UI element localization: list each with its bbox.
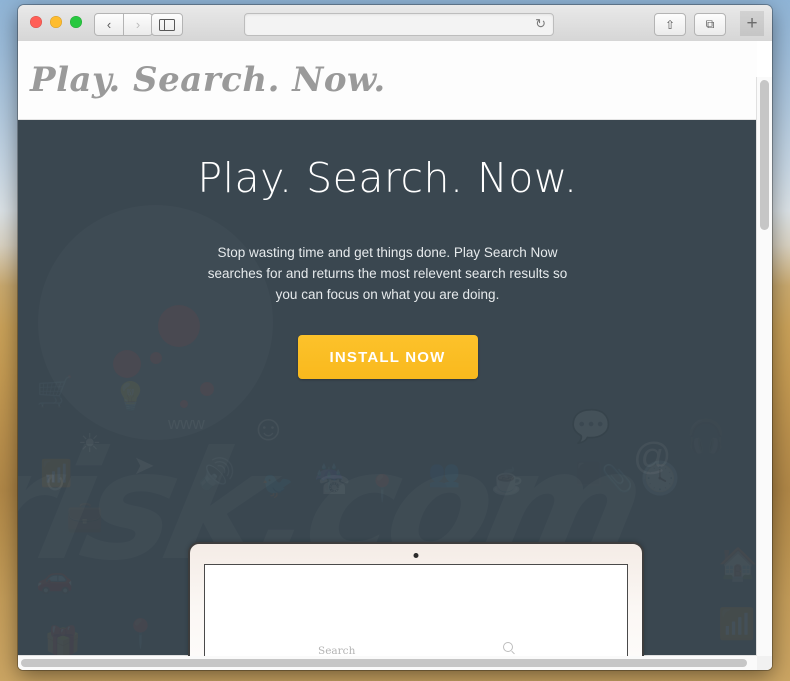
bird-icon: 🐦 xyxy=(261,470,294,500)
new-tab-button[interactable]: + xyxy=(740,11,764,36)
battery-icon: ⬛ xyxy=(575,461,603,486)
scrollbar-corner xyxy=(757,656,772,670)
webcam-icon xyxy=(413,553,419,558)
wifi2-icon: 📶 xyxy=(718,608,756,641)
speaker-icon: 🔊 xyxy=(198,458,236,491)
gift-icon: 🎁 xyxy=(44,626,82,657)
chat-icon: 💬 xyxy=(571,408,611,444)
show-tabs-button[interactable]: ⧉ xyxy=(694,13,726,36)
sidebar-toggle-button[interactable] xyxy=(151,13,183,36)
close-window-button[interactable] xyxy=(30,16,42,28)
site-header: Play. Search. Now. xyxy=(18,41,757,120)
phone-icon: ☎ xyxy=(318,470,351,500)
page-content: Play. Search. Now. risk.com 🛒💡☀📶➤www☺💬@🎧… xyxy=(18,41,757,656)
decorative-dot-4 xyxy=(180,400,188,408)
bulb-icon: 💡 xyxy=(113,381,148,412)
install-now-button[interactable]: INSTALL NOW xyxy=(297,335,478,379)
cart-icon: 🛒 xyxy=(36,376,74,409)
hero-title: Play. Search. Now. xyxy=(197,154,578,202)
briefcase-icon: 💼 xyxy=(66,500,104,533)
car-icon: 🚗 xyxy=(36,562,74,595)
pin-icon: 📍 xyxy=(366,473,399,503)
sidebar-icon xyxy=(159,18,175,31)
mockup-search-placeholder: Search xyxy=(318,645,356,656)
safari-window: ‹ › ↻ ⇧ ⧉ + Play. Search. Now. risk.com xyxy=(18,5,772,670)
traffic-lights xyxy=(30,16,82,28)
toolbar-right-group: ⇧ ⧉ xyxy=(654,13,726,36)
clip-icon: 📎 xyxy=(601,463,634,493)
address-bar[interactable]: ↻ xyxy=(244,13,554,36)
plane-icon: ➤ xyxy=(133,450,155,480)
coffee-icon: ☕ xyxy=(491,466,524,496)
vertical-scrollbar-thumb[interactable] xyxy=(760,80,769,230)
pin2-icon: 📍 xyxy=(123,618,158,649)
horizontal-scrollbar[interactable] xyxy=(18,655,757,670)
hero-description: Stop wasting time and get things done. P… xyxy=(207,245,568,302)
minimize-window-button[interactable] xyxy=(50,16,62,28)
hero-section: risk.com 🛒💡☀📶➤www☺💬@🎧💼🔊↻🐦☔📍👥☕☎⬛📎🕓🚗🎁📍🏠📶🌐 … xyxy=(18,120,757,656)
decorative-dot-3 xyxy=(200,382,214,396)
magnifier-icon[interactable] xyxy=(503,642,513,652)
back-button[interactable]: ‹ xyxy=(94,13,124,36)
forward-button[interactable]: › xyxy=(124,13,153,36)
reload-icon[interactable]: ↻ xyxy=(535,17,546,31)
share-button[interactable]: ⇧ xyxy=(654,13,686,36)
browser-titlebar: ‹ › ↻ ⇧ ⧉ + xyxy=(18,5,772,42)
home-icon: 🏠 xyxy=(718,546,757,582)
hero-inner: Play. Search. Now. Stop wasting time and… xyxy=(18,120,757,379)
clock-icon: 🕓 xyxy=(640,460,680,496)
zoom-window-button[interactable] xyxy=(70,16,82,28)
horizontal-scrollbar-thumb[interactable] xyxy=(21,659,747,667)
headphone-icon: 🎧 xyxy=(686,418,726,454)
site-logo[interactable]: Play. Search. Now. xyxy=(30,60,386,100)
page-viewport: Play. Search. Now. risk.com 🛒💡☀📶➤www☺💬@🎧… xyxy=(18,41,772,670)
laptop-mockup: Search 🐦▶f☁V☁◆⚑◔ xyxy=(188,542,644,656)
people-icon: 👥 xyxy=(428,458,461,488)
www-label: www xyxy=(168,414,205,433)
mockup-search-input[interactable]: Search xyxy=(318,641,514,656)
sun-icon: ☀ xyxy=(78,428,102,458)
refresh-icon: ↻ xyxy=(44,468,66,498)
vertical-scrollbar[interactable] xyxy=(756,77,772,656)
laptop-screen: Search 🐦▶f☁V☁◆⚑◔ xyxy=(204,564,628,656)
smiley-icon: ☺ xyxy=(250,407,287,448)
navigation-buttons: ‹ › xyxy=(94,13,153,36)
